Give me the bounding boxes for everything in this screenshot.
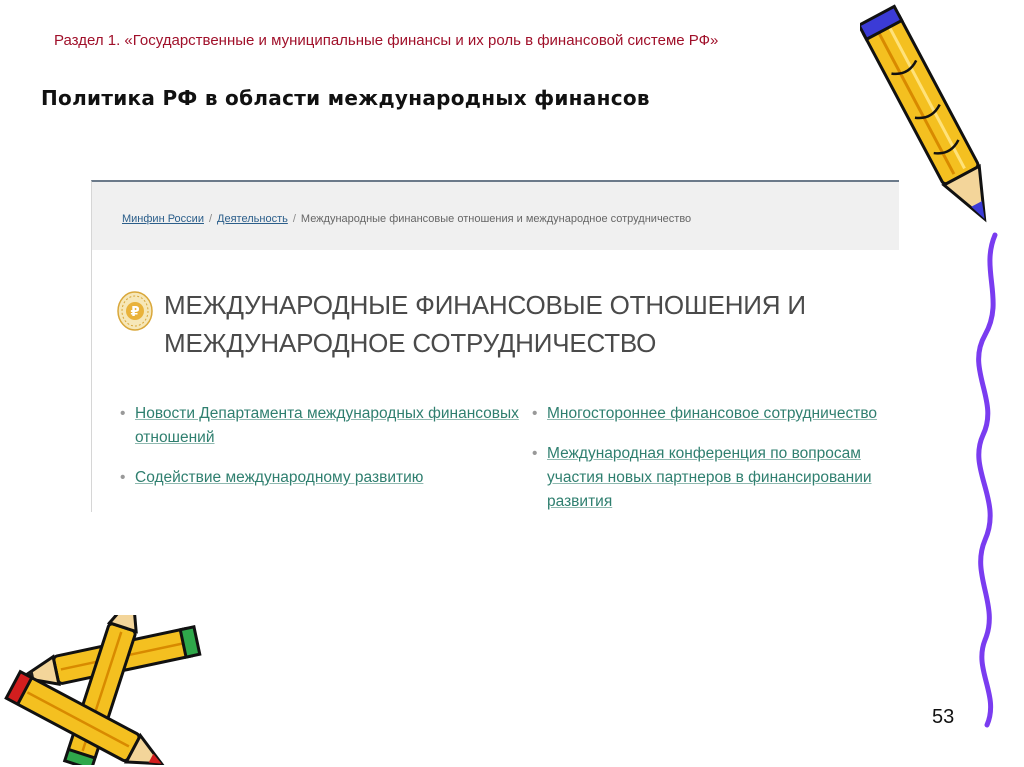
breadcrumb-separator: / xyxy=(208,213,213,225)
list-item: Международная конференция по вопросам уч… xyxy=(532,442,902,514)
pencil-icon xyxy=(4,615,202,765)
breadcrumb-current: Международные финансовые отношения и меж… xyxy=(300,213,692,225)
list-item: Содействие международному развитию xyxy=(120,466,520,490)
page-number: 53 xyxy=(932,706,955,728)
link-development-assistance[interactable]: Содействие международному развитию xyxy=(135,469,423,486)
breadcrumb-separator: / xyxy=(292,213,296,225)
links-right-column: Многостороннее финансовое сотрудничество… xyxy=(532,402,902,530)
list-item: Новости Департамента международных финан… xyxy=(120,402,520,450)
link-department-news[interactable]: Новости Департамента международных финан… xyxy=(135,405,519,446)
breadcrumb-link-minfin[interactable]: Минфин России xyxy=(122,213,204,225)
link-multilateral-cooperation[interactable]: Многостороннее финансовое сотрудничество xyxy=(547,405,877,422)
page-heading: МЕЖДУНАРОДНЫЕ ФИНАНСОВЫЕ ОТНОШЕНИЯ И МЕЖ… xyxy=(164,286,806,362)
page-heading-line-1: МЕЖДУНАРОДНЫЕ ФИНАНСОВЫЕ ОТНОШЕНИЯ И xyxy=(164,290,806,320)
page-heading-line-2: МЕЖДУНАРОДНОЕ СОТРУДНИЧЕСТВО xyxy=(164,328,657,358)
section-title: Раздел 1. «Государственные и муниципальн… xyxy=(54,32,719,49)
squiggle-line-decoration xyxy=(976,232,998,728)
ruble-emblem-icon: ₽ xyxy=(117,291,153,331)
slide-heading: Политика РФ в области международных фина… xyxy=(41,86,650,110)
links-left-column: Новости Департамента международных финан… xyxy=(120,402,520,506)
breadcrumb-link-activity[interactable]: Деятельность xyxy=(217,213,288,225)
emblem-symbol: ₽ xyxy=(130,305,139,320)
breadcrumb: Минфин России / Деятельность / Международные… xyxy=(92,182,899,250)
pencil-icon xyxy=(860,4,987,223)
list-item: Многостороннее финансовое сотрудничество xyxy=(532,402,902,426)
link-international-conference[interactable]: Международная конференция по вопросам уч… xyxy=(547,445,872,510)
embedded-website-screenshot: Минфин России / Деятельность / Международные… xyxy=(91,180,899,512)
